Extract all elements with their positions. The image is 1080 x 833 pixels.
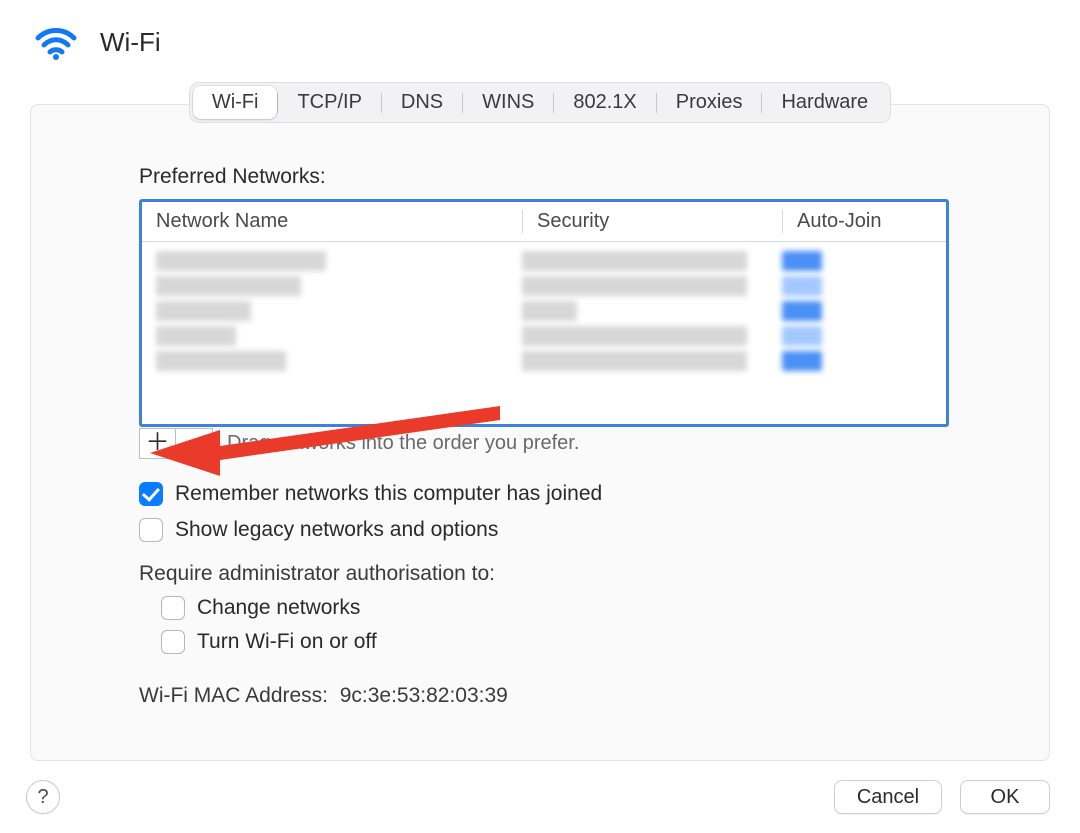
- column-network-name[interactable]: Network Name: [142, 210, 522, 233]
- column-auto-join[interactable]: Auto-Join: [782, 210, 946, 233]
- help-button[interactable]: ?: [26, 780, 60, 814]
- change-networks-label: Change networks: [197, 596, 360, 620]
- mac-address-label: Wi-Fi MAC Address:: [139, 684, 328, 707]
- preferred-networks-label: Preferred Networks:: [139, 165, 949, 189]
- tab-dns[interactable]: DNS: [382, 86, 462, 119]
- drag-hint: Drag networks into the order you prefer.: [227, 432, 579, 455]
- plus-icon: ＋: [146, 431, 170, 455]
- change-networks-checkbox[interactable]: [161, 596, 185, 620]
- cancel-button[interactable]: Cancel: [834, 780, 942, 814]
- tab-tcpip[interactable]: TCP/IP: [278, 86, 380, 119]
- table-row[interactable]: [156, 348, 932, 373]
- column-security[interactable]: Security: [522, 210, 782, 233]
- remember-networks-label: Remember networks this computer has join…: [175, 482, 602, 506]
- table-row[interactable]: [156, 298, 932, 323]
- tab-8021x[interactable]: 802.1X: [554, 86, 655, 119]
- table-row[interactable]: [156, 323, 932, 348]
- table-row[interactable]: [156, 248, 932, 273]
- mac-address-value: 9c:3e:53:82:03:39: [340, 684, 508, 707]
- tab-wins[interactable]: WINS: [463, 86, 553, 119]
- tab-bar: Wi-Fi TCP/IP DNS WINS 802.1X Proxies Har…: [189, 82, 891, 123]
- tab-hardware[interactable]: Hardware: [762, 86, 887, 119]
- wifi-toggle-checkbox[interactable]: [161, 630, 185, 654]
- show-legacy-label: Show legacy networks and options: [175, 518, 498, 542]
- tab-proxies[interactable]: Proxies: [657, 86, 762, 119]
- table-row[interactable]: [156, 273, 932, 298]
- admin-auth-label: Require administrator authorisation to:: [139, 562, 949, 586]
- preferred-networks-table[interactable]: Network Name Security Auto-Join: [139, 199, 949, 427]
- show-legacy-checkbox[interactable]: [139, 518, 163, 542]
- ok-button[interactable]: OK: [960, 780, 1050, 814]
- remember-networks-checkbox[interactable]: [139, 482, 163, 506]
- add-network-button[interactable]: ＋: [139, 428, 176, 459]
- page-title: Wi-Fi: [100, 27, 161, 58]
- tab-wifi[interactable]: Wi-Fi: [193, 86, 278, 119]
- remove-network-button[interactable]: −: [176, 428, 213, 459]
- wifi-toggle-label: Turn Wi-Fi on or off: [197, 630, 377, 654]
- wifi-icon: [34, 20, 78, 64]
